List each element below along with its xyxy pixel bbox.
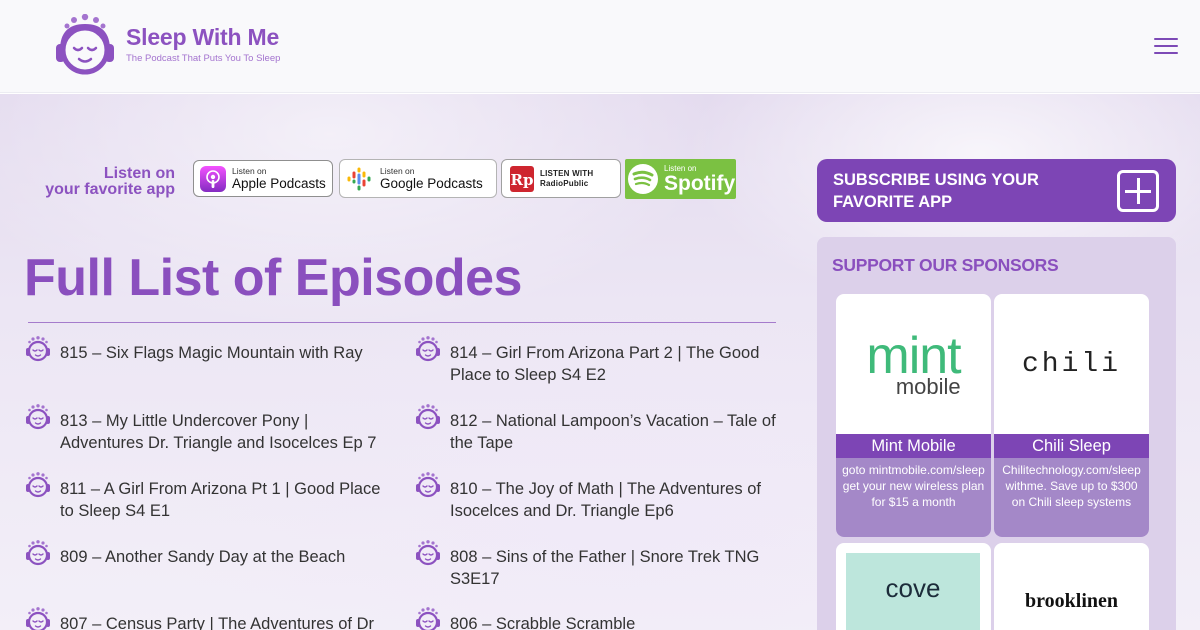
sleeping-face-headphones-icon xyxy=(414,540,442,566)
sleeping-face-headphones-icon xyxy=(414,336,442,362)
listen-label-line1: Listen on xyxy=(103,165,175,182)
subscribe-label: SUBSCRIBE USING YOUR FAVORITE APP xyxy=(833,171,1039,211)
episode-link[interactable]: 813 – My Little Undercover Pony | Advent… xyxy=(60,410,390,454)
sleeping-face-headphones-icon xyxy=(24,404,52,430)
sleeping-face-headphones-icon xyxy=(24,607,52,630)
sponsor-description: goto mintmobile.com/sleep get your new w… xyxy=(836,458,991,537)
episode-link[interactable]: 807 – Census Party | The Adventures of D… xyxy=(60,613,390,630)
sleeping-face-headphones-icon xyxy=(414,472,442,498)
episode-link[interactable]: 810 – The Joy of Math | The Adventures o… xyxy=(450,478,780,522)
listen-label-line2: your favorite app xyxy=(45,181,175,198)
radiopublic-badge-small: LISTEN WITH xyxy=(540,168,594,178)
subscribe-button[interactable]: SUBSCRIBE USING YOUR FAVORITE APP xyxy=(817,159,1176,222)
sleeping-face-headphones-icon xyxy=(24,472,52,498)
radiopublic-icon: Rp xyxy=(510,165,534,192)
sleeping-face-headphones-icon xyxy=(414,404,442,430)
title-divider xyxy=(28,322,776,323)
svg-text:Rp: Rp xyxy=(511,171,534,189)
cove-logo: cove xyxy=(846,553,980,630)
hamburger-menu-icon[interactable] xyxy=(1154,38,1178,58)
google-podcasts-badge[interactable]: Listen on Google Podcasts xyxy=(339,159,497,198)
sponsor-card-brooklinen[interactable]: brooklinen xyxy=(994,543,1149,630)
spotify-badge[interactable]: Listen on Spotify xyxy=(625,159,736,199)
sponsor-name: Chili Sleep xyxy=(994,434,1149,458)
brooklinen-logo-word: brooklinen xyxy=(1025,590,1118,612)
radiopublic-badge[interactable]: Rp LISTEN WITH RadioPublic xyxy=(501,159,621,198)
sponsors-title: SUPPORT OUR SPONSORS xyxy=(832,255,1059,275)
brooklinen-logo: brooklinen xyxy=(994,543,1149,630)
logo-tagline: The Podcast That Puts You To Sleep xyxy=(126,53,281,64)
site-logo[interactable]: Sleep With Me The Podcast That Puts You … xyxy=(52,13,302,78)
plus-box-icon xyxy=(1117,170,1159,212)
apple-podcasts-icon xyxy=(200,165,226,192)
sponsor-card-cove[interactable]: cove xyxy=(836,543,991,630)
spotify-icon xyxy=(628,164,658,194)
chili-logo: chili xyxy=(994,294,1149,434)
sponsor-card-mint-mobile[interactable]: mint mobile Mint Mobile goto mintmobile.… xyxy=(836,294,991,537)
episode-link[interactable]: 809 – Another Sandy Day at the Beach xyxy=(60,546,390,568)
episode-link[interactable]: 806 – Scrabble Scramble xyxy=(450,613,780,630)
apple-badge-small: Listen on xyxy=(232,165,267,176)
sponsor-name: Mint Mobile xyxy=(836,434,991,458)
site-header: Sleep With Me The Podcast That Puts You … xyxy=(0,0,1200,93)
episode-link[interactable]: 808 – Sins of the Father | Snore Trek TN… xyxy=(450,546,780,590)
episode-link[interactable]: 815 – Six Flags Magic Mountain with Ray xyxy=(60,342,390,364)
cove-logo-word: cove xyxy=(885,573,941,603)
episode-link[interactable]: 811 – A Girl From Arizona Pt 1 | Good Pl… xyxy=(60,478,390,522)
episode-link[interactable]: 812 – National Lampoon’s Vacation – Tale… xyxy=(450,410,780,454)
sponsor-description: Chilitechnology.com/sleepwithme. Save up… xyxy=(994,458,1149,537)
sleeping-face-headphones-icon xyxy=(24,336,52,362)
sponsors-panel: SUPPORT OUR SPONSORS mint mobile Mint Mo… xyxy=(817,237,1176,630)
logo-title: Sleep With Me xyxy=(126,24,280,50)
sleeping-face-headphones-icon xyxy=(52,13,118,78)
google-podcasts-icon xyxy=(347,167,371,190)
sleeping-face-headphones-icon xyxy=(24,540,52,566)
apple-badge-label: Apple Podcasts xyxy=(232,175,326,191)
mint-mobile-logo: mint mobile xyxy=(836,294,991,434)
episode-link[interactable]: 814 – Girl From Arizona Part 2 | The Goo… xyxy=(450,342,780,386)
page-title: Full List of Episodes xyxy=(24,249,522,307)
spotify-badge-label: Spotify xyxy=(664,171,736,195)
google-badge-label: Google Podcasts xyxy=(380,175,483,191)
sleeping-face-headphones-icon xyxy=(414,607,442,630)
listen-on-label: Listen on your favorite app xyxy=(30,166,175,198)
apple-podcasts-badge[interactable]: Listen on Apple Podcasts xyxy=(193,160,333,197)
radiopublic-badge-label: RadioPublic xyxy=(540,178,589,188)
chili-logo-word: chili xyxy=(1021,348,1121,380)
sponsor-card-chili-sleep[interactable]: chili Chili Sleep Chilitechnology.com/sl… xyxy=(994,294,1149,537)
google-badge-small: Listen on xyxy=(380,165,415,176)
